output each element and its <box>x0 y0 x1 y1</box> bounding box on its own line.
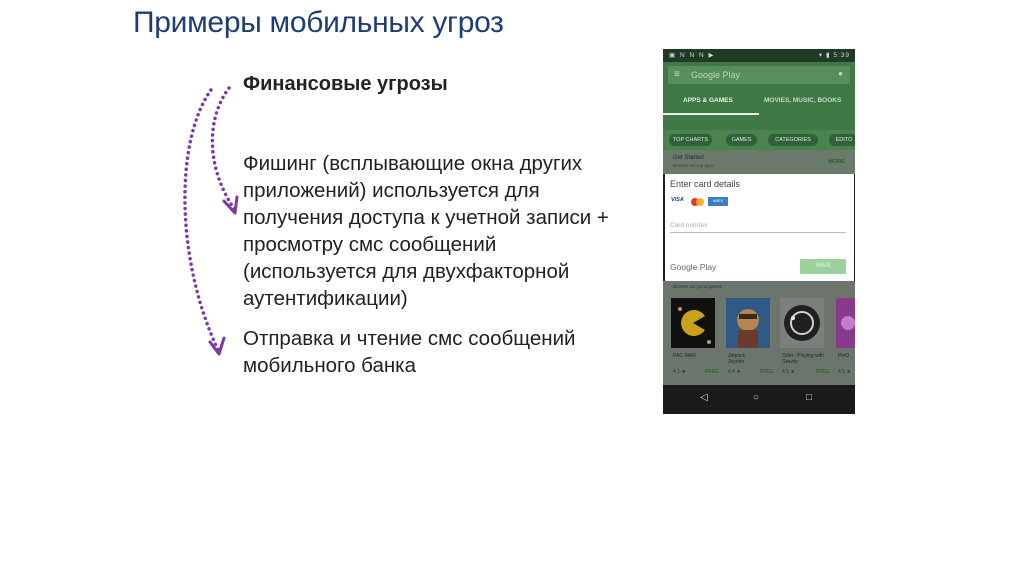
game-rating: 4.5 ★ <box>782 369 795 375</box>
clock-text: 5:39 <box>833 52 850 59</box>
paragraph-line: приложений) используется для <box>243 179 540 202</box>
google-play-logo: Google Play <box>670 262 717 272</box>
game-rating: 4.4 ★ <box>728 369 741 375</box>
recents-icon[interactable]: □ <box>806 392 812 403</box>
search-placeholder: Google Play <box>691 70 741 80</box>
game-card-pino[interactable] <box>836 298 855 348</box>
card-number-input[interactable]: Card number <box>670 222 846 233</box>
home-icon[interactable]: ○ <box>753 392 759 403</box>
paragraph-line: аутентификации) <box>243 287 408 310</box>
chip-row: TOP CHARTS GAMES CATEGORIES EDITO <box>663 130 855 150</box>
phishing-paragraph: Фишинг (всплывающие окна других приложен… <box>243 150 609 312</box>
amex-logo-icon: AMEX <box>708 197 728 206</box>
status-bar: ▣ N N N ▶ ▾ ▮ 5:39 <box>663 49 855 62</box>
status-time: ▾ ▮ 5:39 <box>818 52 850 59</box>
more-link[interactable]: MORE <box>829 159 846 165</box>
chip-editors[interactable]: EDITO <box>829 134 855 146</box>
sms-paragraph: Отправка и чтение смс сообщений мобильно… <box>243 325 575 379</box>
chip-categories[interactable]: CATEGORIES <box>768 134 818 146</box>
get-started-subtitle: Browse our top apps <box>673 163 715 168</box>
orbit-thumbnail-icon <box>780 298 824 348</box>
game-card-pacman[interactable] <box>671 298 715 348</box>
play-app-bar: ≡ Google Play ● APPS & GAMES MOVIES, MUS… <box>663 62 855 130</box>
paragraph-line: Отправка и чтение смс сообщений <box>243 327 576 350</box>
back-icon[interactable]: ◁ <box>700 392 708 403</box>
games-section: Browse our go-to games PAC-MAN 4.1 ★ FRE… <box>663 281 855 385</box>
tab-movies-music-books[interactable]: MOVIES, MUSIC, BOOKS <box>764 97 841 104</box>
dotted-arrows-decoration <box>183 86 239 356</box>
get-started-card: Get Started Browse our top apps MORE <box>663 150 855 174</box>
microphone-icon[interactable]: ● <box>838 69 843 78</box>
game-rating: 4.5 ★ <box>838 369 851 375</box>
phone-screenshot: ▣ N N N ▶ ▾ ▮ 5:39 ≡ Google Play ● APPS … <box>663 49 855 414</box>
paragraph-line: мобильного банка <box>243 354 416 377</box>
hamburger-menu-icon[interactable]: ≡ <box>674 69 680 81</box>
pino-thumbnail-icon <box>836 298 855 348</box>
game-price: FREE <box>816 369 830 375</box>
dialog-title: Enter card details <box>670 179 741 189</box>
game-card-orbit[interactable] <box>780 298 824 348</box>
mastercard-logo-icon-overlap <box>696 198 704 206</box>
paragraph-line: Фишинг (всплывающие окна других <box>243 152 583 175</box>
game-rating: 4.1 ★ <box>673 369 686 375</box>
games-header: Browse our go-to games <box>673 284 723 289</box>
phishing-card-dialog: Enter card details VISA AMEX Card number… <box>665 174 854 281</box>
active-tab-indicator <box>663 113 759 115</box>
save-button[interactable]: SAVE <box>800 259 846 274</box>
game-price: FREE <box>760 369 774 375</box>
tab-apps-games[interactable]: APPS & GAMES <box>683 97 733 104</box>
game-name: Orbit - Playing with Gravity <box>782 353 824 365</box>
game-card-jetpack[interactable] <box>726 298 770 348</box>
android-nav-bar: ◁ ○ □ <box>663 385 855 414</box>
chip-games[interactable]: GAMES <box>726 134 757 146</box>
pacman-thumbnail-icon <box>671 298 715 348</box>
chip-top-charts[interactable]: TOP CHARTS <box>669 134 712 146</box>
paragraph-line: просмотру смс сообщений <box>243 233 497 256</box>
get-started-title: Get Started <box>673 155 704 161</box>
visa-logo-icon: VISA <box>671 197 687 206</box>
paragraph-line: (используется для двухфакторной <box>243 260 570 283</box>
play-search-box[interactable]: ≡ Google Play ● <box>668 66 850 84</box>
status-notification-icons: ▣ N N N ▶ <box>669 52 715 59</box>
arrow-inner-icon <box>210 86 237 212</box>
game-price: FREE <box>705 369 719 375</box>
section-heading: Финансовые угрозы <box>243 73 448 95</box>
game-name: PinO <box>838 353 850 359</box>
slide-title: Примеры мобильных угроз <box>133 6 504 39</box>
game-name: Jetpack Joyride <box>728 353 746 365</box>
paragraph-line: получения доступа к учетной записи + <box>243 206 609 229</box>
game-name: PAC-MAN <box>673 353 696 359</box>
jetpack-thumbnail-icon <box>726 298 770 348</box>
